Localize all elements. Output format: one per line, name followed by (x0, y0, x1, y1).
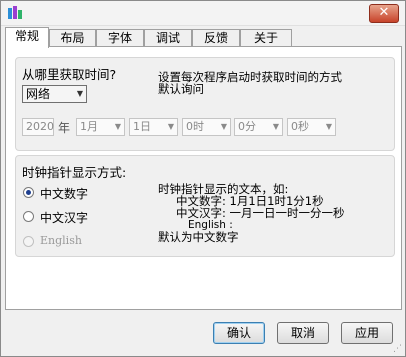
apply-button[interactable]: 应用 (341, 322, 393, 344)
radio-english[interactable] (23, 236, 34, 247)
close-button[interactable]: ✕ (369, 4, 399, 23)
cancel-button[interactable]: 取消 (277, 322, 329, 344)
time-source-select[interactable]: 网络 ▼ (22, 85, 87, 103)
year-field[interactable]: 2020 (22, 118, 54, 136)
tab-font[interactable]: 字体 (96, 29, 144, 47)
close-icon: ✕ (378, 5, 390, 20)
tab-feedback[interactable]: 反馈 (192, 29, 240, 47)
radio-chinese-numerals-label[interactable]: 中文数字 (40, 185, 88, 202)
hour-value: 0时 (186, 120, 204, 133)
tab-debug[interactable]: 调试 (144, 29, 192, 47)
minute-select[interactable]: 0分 ▼ (234, 118, 283, 136)
title-bar: ✕ (1, 1, 405, 26)
tab-panel-general: 从哪里获取时间? 网络 ▼ 设置每次程序启动时获取时间的方式 默认询问 2020… (5, 46, 402, 310)
day-value: 1日 (133, 120, 151, 133)
month-value: 1月 (80, 120, 98, 133)
ok-button[interactable]: 确认 (213, 322, 265, 344)
chevron-down-icon: ▼ (272, 122, 279, 131)
second-select[interactable]: 0秒 ▼ (287, 118, 336, 136)
hour-select[interactable]: 0时 ▼ (182, 118, 231, 136)
settings-window: ✕ 常规 布局 字体 调试 反馈 关于 从哪里获取时间? 网络 ▼ 设置每次程序… (0, 0, 406, 357)
radio-chinese-characters-label[interactable]: 中文汉字 (40, 209, 88, 226)
pointer-mode-title: 时钟指针显示方式: (22, 165, 127, 180)
tab-layout[interactable]: 布局 (49, 29, 96, 47)
resize-grip-icon[interactable]: ⋰ (393, 344, 403, 354)
radio-english-label[interactable]: English (40, 234, 82, 247)
time-source-desc-2: 默认询问 (158, 82, 204, 96)
app-icon (8, 6, 22, 19)
pointer-desc-3: 中文汉字: 一月一日一时一分一秒 (176, 206, 345, 220)
time-source-group: 从哪里获取时间? 网络 ▼ 设置每次程序启动时获取时间的方式 默认询问 2020… (15, 57, 395, 151)
year-label: 年 (58, 121, 71, 135)
chevron-down-icon: ▼ (325, 122, 332, 131)
time-source-title: 从哪里获取时间? (22, 67, 117, 82)
chevron-down-icon: ▼ (76, 89, 83, 98)
second-value: 0秒 (291, 120, 309, 133)
time-source-value: 网络 (26, 87, 51, 101)
tab-general[interactable]: 常规 (5, 27, 49, 48)
pointer-desc-5: 默认为中文数字 (158, 230, 239, 244)
chevron-down-icon: ▼ (220, 122, 227, 131)
pointer-mode-group: 时钟指针显示方式: 中文数字 中文汉字 English 时钟指针显示的文本，如:… (15, 155, 395, 257)
radio-chinese-numerals[interactable] (23, 187, 34, 198)
month-select[interactable]: 1月 ▼ (76, 118, 125, 136)
minute-value: 0分 (238, 120, 256, 133)
day-select[interactable]: 1日 ▼ (129, 118, 178, 136)
chevron-down-icon: ▼ (167, 122, 174, 131)
tab-about[interactable]: 关于 (240, 29, 292, 47)
radio-chinese-characters[interactable] (23, 211, 34, 222)
chevron-down-icon: ▼ (114, 122, 121, 131)
